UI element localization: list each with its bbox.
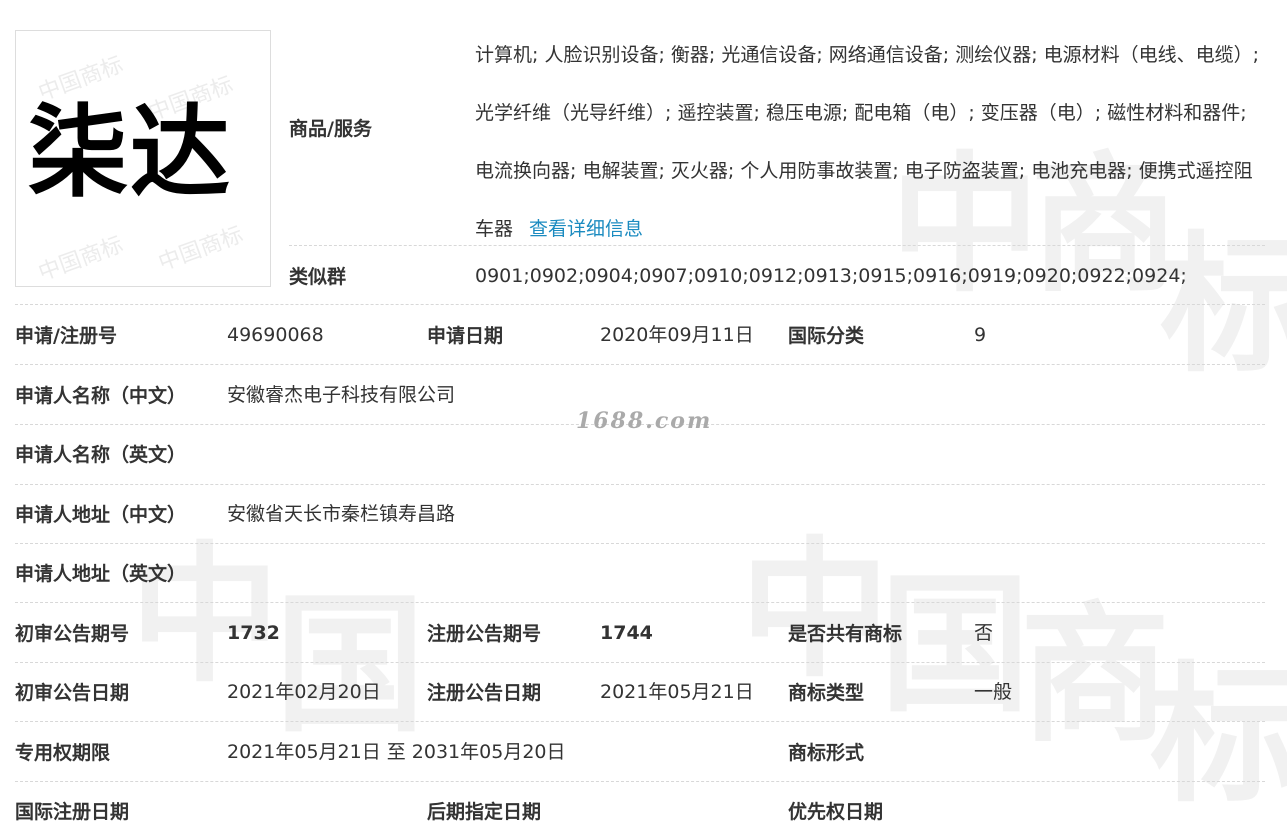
applicant-name-en-label: 申请人名称（英文） — [15, 444, 187, 466]
tm-type-value: 一般 — [974, 681, 1013, 703]
applicant-addr-cn-label: 申请人地址（中文） — [15, 504, 187, 526]
shared-tm-value: 否 — [974, 622, 994, 644]
exclusive-term-label: 专用权期限 — [15, 742, 111, 764]
prelim-notice-no-value: 1732 — [227, 622, 280, 644]
reg-no-value: 49690068 — [227, 324, 324, 346]
divider — [15, 721, 1265, 722]
divider — [289, 245, 1265, 246]
divider — [15, 543, 1265, 544]
tm-type-label: 商标类型 — [788, 682, 865, 704]
reg-notice-no-label: 注册公告期号 — [427, 623, 542, 645]
prelim-notice-date-label: 初审公告日期 — [15, 682, 130, 704]
exclusive-term-value: 2021年05月21日 至 2031年05月20日 — [227, 741, 566, 763]
later-designation-date-label: 后期指定日期 — [427, 801, 542, 823]
watermark-char: 商 — [1020, 587, 1171, 763]
watermark-char: 标 — [1150, 647, 1287, 823]
reg-notice-date-value: 2021年05月21日 — [600, 681, 754, 703]
divider — [15, 662, 1265, 663]
divider — [15, 304, 1265, 305]
similar-group-value: 0901;0902;0904;0907;0910;0912;0913;0915;… — [475, 265, 1187, 287]
site-watermark: 1688.com — [576, 408, 713, 434]
watermark-char: 国 — [275, 577, 426, 753]
divider — [15, 602, 1265, 603]
reg-notice-no-value: 1744 — [600, 622, 653, 644]
tm-form-label: 商标形式 — [788, 742, 865, 764]
goods-list: 计算机; 人脸识别设备; 衡器; 光通信设备; 网络通信设备; 测绘仪器; 电源… — [475, 26, 1265, 258]
applicant-name-cn-label: 申请人名称（中文） — [15, 385, 187, 407]
prelim-notice-date-value: 2021年02月20日 — [227, 681, 381, 703]
applicant-addr-cn-value: 安徽省天长市秦栏镇寿昌路 — [227, 503, 456, 525]
apply-date-label: 申请日期 — [427, 325, 504, 347]
reg-no-label: 申请/注册号 — [15, 325, 117, 347]
applicant-name-cn-value: 安徽睿杰电子科技有限公司 — [227, 384, 456, 406]
priority-date-label: 优先权日期 — [788, 801, 884, 823]
trademark-text: 柒达 — [28, 94, 232, 211]
applicant-addr-en-label: 申请人地址（英文） — [15, 563, 187, 585]
intl-class-label: 国际分类 — [788, 325, 865, 347]
intl-class-value: 9 — [974, 324, 987, 346]
intl-reg-date-label: 国际注册日期 — [15, 801, 130, 823]
view-details-link[interactable]: 查看详细信息 — [529, 218, 643, 240]
prelim-notice-no-label: 初审公告期号 — [15, 623, 130, 645]
logo-watermark: 中国商标 — [155, 222, 247, 277]
apply-date-value: 2020年09月11日 — [600, 324, 754, 346]
reg-notice-date-label: 注册公告日期 — [427, 682, 542, 704]
logo-watermark: 中国商标 — [35, 232, 127, 287]
goods-text: 计算机; 人脸识别设备; 衡器; 光通信设备; 网络通信设备; 测绘仪器; 电源… — [475, 44, 1260, 240]
goods-label: 商品/服务 — [289, 118, 372, 140]
divider — [15, 364, 1265, 365]
trademark-image: 中国商标 中国商标 中国商标 中国商标 柒达 — [15, 30, 271, 287]
divider — [15, 781, 1265, 782]
shared-tm-label: 是否共有商标 — [788, 623, 903, 645]
similar-group-label: 类似群 — [289, 266, 347, 288]
divider — [15, 484, 1265, 485]
